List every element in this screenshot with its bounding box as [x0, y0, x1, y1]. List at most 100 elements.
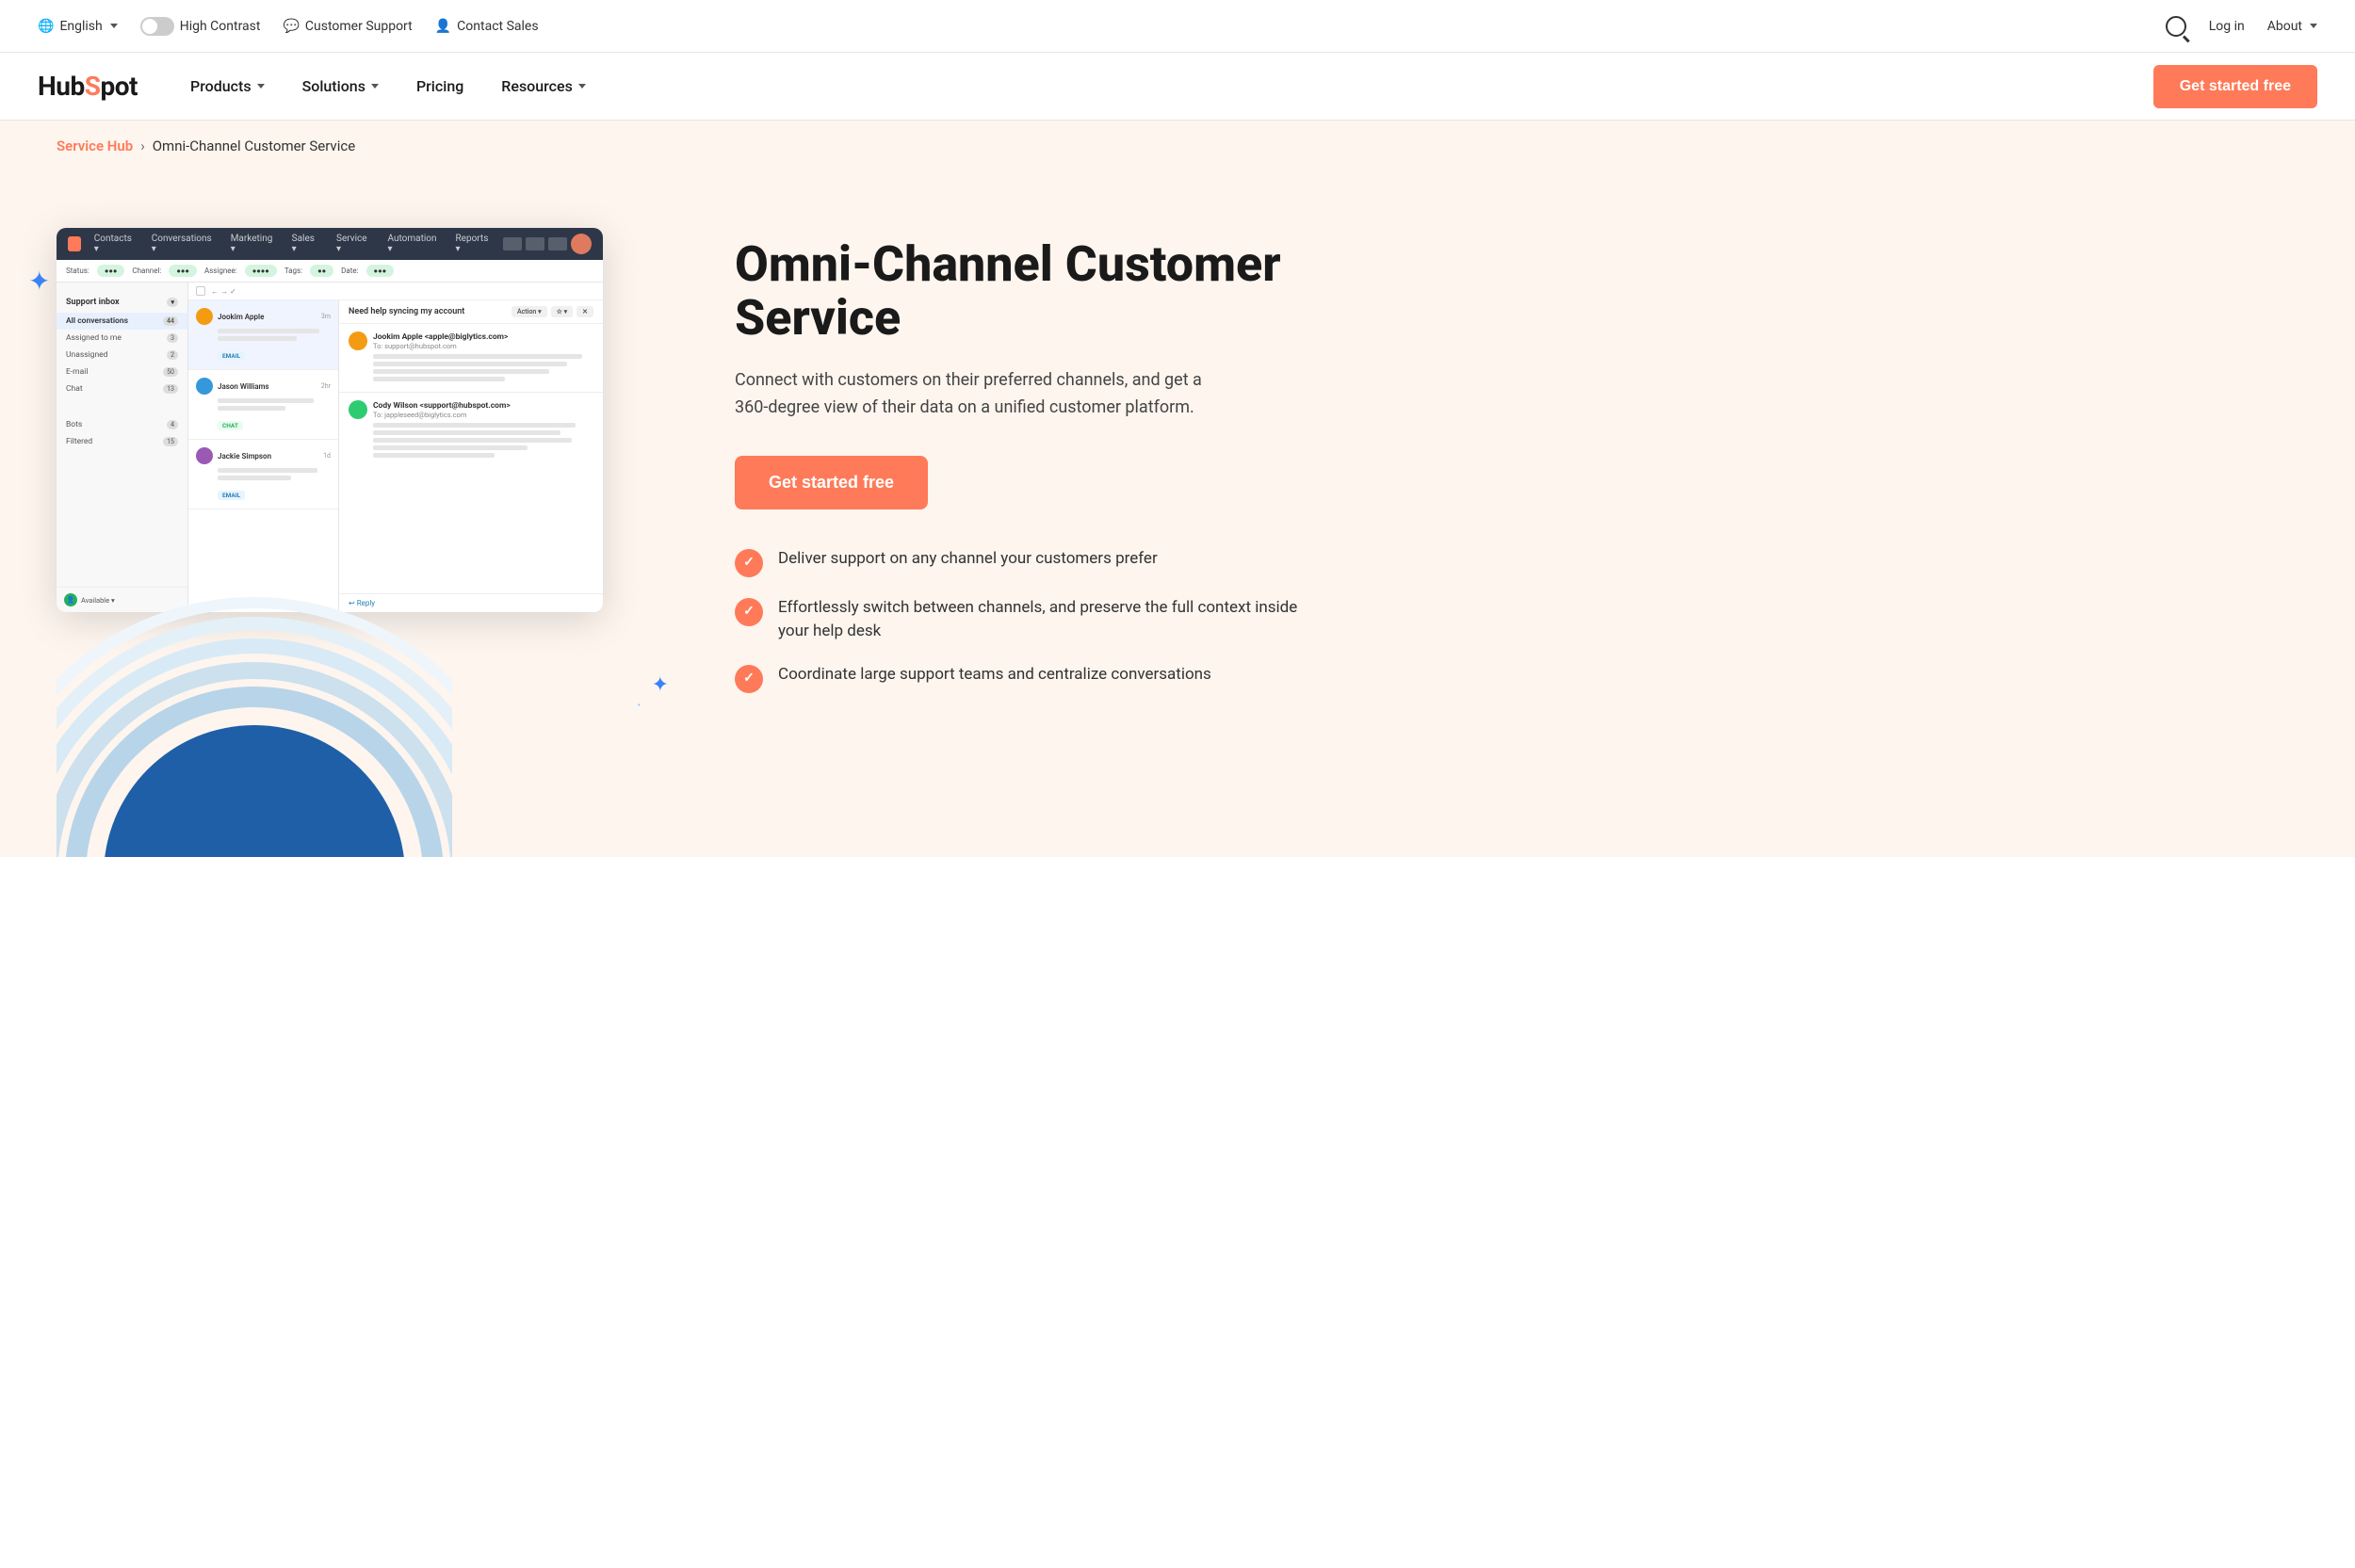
mockup-sidebar-bots[interactable]: Bots4	[57, 416, 187, 433]
mockup-nav-automation: Automation ▾	[382, 232, 443, 256]
breadcrumb-current: Omni-Channel Customer Service	[153, 137, 355, 154]
mockup-line-5	[218, 468, 317, 473]
mockup-name-jackie: Jackie Simpson	[218, 452, 318, 461]
nav-products[interactable]: Products	[175, 70, 280, 103]
person-icon: 👤	[435, 19, 451, 34]
mockup-msg-line-5	[373, 423, 576, 428]
breadcrumb-parent[interactable]: Service Hub	[57, 137, 133, 154]
search-button[interactable]	[2166, 16, 2186, 37]
mockup-avatar-jason	[196, 378, 213, 395]
hero-cta-button[interactable]: Get started free	[735, 456, 928, 509]
mockup-time-jookim: 3m	[321, 313, 331, 320]
mockup-action-btn-1[interactable]: Action ▾	[512, 306, 547, 317]
high-contrast-toggle[interactable]: High Contrast	[140, 17, 261, 36]
mockup-avatar-jackie	[196, 447, 213, 464]
check-icon-3: ✓	[735, 665, 763, 693]
mockup-filter-bar: Status: ●●● Channel: ●●● Assignee: ●●●● …	[57, 260, 603, 283]
main-nav: Products Solutions Pricing Resources	[175, 70, 2153, 103]
mockup-conv-jackie[interactable]: Jackie Simpson 1d EMAIL	[188, 440, 338, 509]
mockup-detail-to: To: support@hubspot.com	[373, 342, 508, 350]
breadcrumb: Service Hub › Omni-Channel Customer Serv…	[0, 121, 2355, 171]
mockup-filter-status-label: Status:	[66, 267, 89, 275]
hero-left: ✦ ✦ ✦ • Contacts ▾ Conversations ▾ Marke…	[57, 209, 659, 857]
mockup-filter-status-chip: ●●●	[97, 265, 125, 277]
top-bar: 🌐 English High Contrast 💬 Customer Suppo…	[0, 0, 2355, 53]
mockup-sidebar-all-conversations[interactable]: All conversations44	[57, 313, 187, 330]
mockup-msg-line-1	[373, 354, 582, 359]
nav-resources[interactable]: Resources	[486, 70, 601, 103]
about-menu[interactable]: About	[2267, 19, 2317, 34]
mockup-filter-date-label: Date:	[341, 267, 358, 275]
globe-icon: 🌐	[38, 19, 54, 34]
mockup-nav-sales: Sales ▾	[286, 232, 323, 256]
nav-solutions[interactable]: Solutions	[287, 70, 394, 103]
mockup-btn-2	[526, 237, 544, 251]
mockup-detail-panel: Need help syncing my account Action ▾ ☆ …	[339, 300, 603, 612]
language-label: English	[59, 19, 102, 34]
mockup-line-6	[218, 476, 291, 480]
mockup-sidebar: Support inbox ▾ All conversations44 Assi…	[57, 283, 188, 612]
mockup-detail-sender: Jookim Apple <apple@biglytics.com>	[373, 332, 508, 342]
hero-section: ✦ ✦ ✦ • Contacts ▾ Conversations ▾ Marke…	[0, 171, 2355, 857]
language-selector[interactable]: 🌐 English	[38, 19, 118, 34]
mockup-logo	[68, 236, 81, 251]
check-icon-1: ✓	[735, 549, 763, 577]
mockup-action-btn-2[interactable]: ☆ ▾	[551, 306, 574, 317]
mockup-detail-header: Need help syncing my account Action ▾ ☆ …	[339, 300, 603, 324]
contact-sales-link[interactable]: 👤 Contact Sales	[435, 19, 539, 34]
mockup-nav-contacts: Contacts ▾	[89, 232, 138, 256]
get-started-button[interactable]: Get started free	[2153, 65, 2317, 108]
chevron-down-icon	[2310, 24, 2317, 28]
toggle-switch[interactable]	[140, 17, 174, 36]
chevron-down-icon	[578, 84, 586, 89]
feature-item-1: ✓ Deliver support on any channel your cu…	[735, 547, 1319, 577]
mockup-sidebar-assigned[interactable]: Assigned to me3	[57, 330, 187, 347]
nav-pricing[interactable]: Pricing	[401, 70, 479, 103]
mockup-tag-email-1: EMAIL	[218, 351, 245, 361]
mockup-sidebar-title: Support inbox ▾	[57, 292, 187, 313]
mockup-sidebar-email[interactable]: E-mail50	[57, 364, 187, 380]
mockup-btn-1	[503, 237, 522, 251]
logo[interactable]: HubSpot	[38, 71, 138, 102]
mockup-msg-line-2	[373, 362, 567, 366]
mockup-filter-assignee-label: Assignee:	[204, 267, 237, 275]
mockup-msg-line-3	[373, 369, 549, 374]
feature-text-3: Coordinate large support teams and centr…	[778, 663, 1211, 687]
mockup-user-avatar	[571, 234, 592, 254]
mockup-sidebar-chat[interactable]: Chat13	[57, 380, 187, 397]
feature-list: ✓ Deliver support on any channel your cu…	[735, 547, 1319, 693]
mockup-filter-tags-chip: ●●	[310, 265, 333, 277]
support-icon: 💬	[283, 19, 299, 34]
mockup-conv-jason[interactable]: Jason Williams 2hr CHAT	[188, 370, 338, 440]
mockup-filter-channel-label: Channel:	[132, 267, 161, 275]
rainbow-decoration	[57, 574, 659, 857]
mockup-filter-tags-label: Tags:	[284, 267, 302, 275]
mockup-action-close[interactable]: ✕	[577, 306, 593, 317]
mockup-nav-marketing: Marketing ▾	[225, 232, 279, 256]
nav-right: Get started free	[2153, 65, 2317, 108]
mockup-sidebar-unassigned[interactable]: Unassigned2	[57, 347, 187, 364]
mockup-content: Support inbox ▾ All conversations44 Assi…	[57, 283, 603, 612]
app-mockup: Contacts ▾ Conversations ▾ Marketing ▾ S…	[57, 228, 603, 612]
mockup-detail-avatar	[349, 331, 367, 350]
login-label: Log in	[2209, 19, 2245, 34]
rainbow-svg	[57, 574, 452, 857]
mockup-line-1	[218, 329, 319, 333]
mockup-list-actions: ← → ✓	[188, 283, 603, 300]
customer-support-label: Customer Support	[305, 19, 413, 34]
pricing-label: Pricing	[416, 77, 463, 95]
mockup-msg-line-6	[373, 430, 560, 435]
mockup-panels: Jookim Apple 3m EMAIL	[188, 300, 603, 612]
mockup-detail-actions: Action ▾ ☆ ▾ ✕	[512, 306, 593, 317]
mockup-msg-line-9	[373, 453, 495, 458]
mockup-msg-line-7	[373, 438, 572, 443]
mockup-detail-avatar-2	[349, 400, 367, 419]
mockup-detail-to-2: To: jappleseed@biglytics.com	[373, 411, 511, 419]
login-link[interactable]: Log in	[2209, 19, 2245, 34]
contact-sales-label: Contact Sales	[457, 19, 538, 34]
mockup-time-jackie: 1d	[323, 452, 331, 460]
mockup-conv-jookim[interactable]: Jookim Apple 3m EMAIL	[188, 300, 338, 370]
mockup-line-3	[218, 398, 314, 403]
customer-support-link[interactable]: 💬 Customer Support	[283, 19, 412, 34]
mockup-sidebar-filtered[interactable]: Filtered15	[57, 433, 187, 450]
